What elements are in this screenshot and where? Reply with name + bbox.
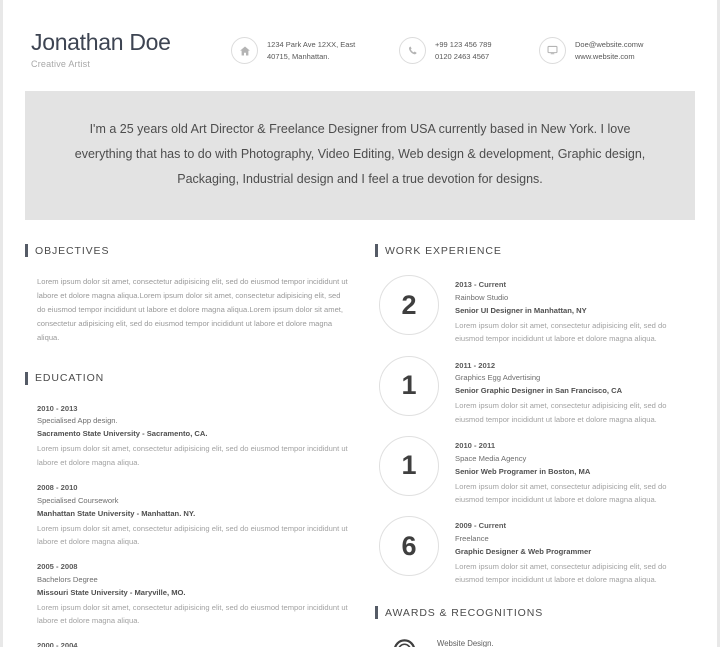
award-item: 1 Website Design. International contest.…: [375, 637, 695, 647]
work-details: 2011 - 2012 Graphics Egg Advertising Sen…: [455, 356, 695, 426]
section-accent-bar: [375, 606, 378, 620]
education-school: Manhattan State University - Manhattan. …: [37, 508, 196, 518]
work-date: 2009 - Current: [455, 521, 507, 531]
education-date: 2008 - 2010: [37, 482, 78, 492]
work-number-circle: 6: [379, 516, 439, 577]
contact-web: Doe@website.comw www.website.com: [539, 36, 707, 64]
work-number-circle: 2: [379, 275, 439, 336]
education-description: Lorem ipsum dolor sit amet, consectetur …: [37, 602, 348, 626]
education-degree: Specialised Coursework: [37, 495, 119, 505]
phone-line-1: +99 123 456 789: [435, 40, 492, 49]
right-column: WORK EXPERIENCE 2 2013 - Current Rainbow…: [363, 244, 695, 647]
contact-web-text: Doe@website.comw www.website.com: [575, 36, 643, 64]
section-accent-bar: [25, 371, 28, 385]
work-date: 2010 - 2011: [455, 440, 496, 450]
objectives-text: Lorem ipsum dolor sit amet, consectetur …: [37, 277, 348, 343]
education-item: 2000 - 2004 Masters Degree Manhattan Sta…: [25, 640, 349, 647]
section-title-education: EDUCATION: [35, 372, 105, 385]
work-number-circle: 1: [379, 355, 439, 416]
contact-address-text: 1234 Park Ave 12XX, East 40715, Manhatta…: [267, 36, 355, 64]
address-line-1: 1234 Park Ave 12XX, East: [267, 40, 356, 49]
work-company: Graphics Egg Advertising: [455, 373, 541, 383]
education-item: 2008 - 2010 Specialised Coursework Manha…: [25, 482, 349, 548]
work-details: 2009 - Current Freelance Graphic Designe…: [455, 516, 695, 586]
education-item: 2005 - 2008 Bachelors Degree Missouri St…: [25, 561, 349, 627]
work-details: 2013 - Current Rainbow Studio Senior UI …: [455, 275, 695, 345]
education-degree: Bachelors Degree: [37, 575, 98, 584]
work-number: 6: [401, 530, 417, 561]
email-line: Doe@website.comw: [575, 40, 644, 49]
work-item: 1 2011 - 2012 Graphics Egg Advertising S…: [375, 355, 695, 426]
contact-phone: +99 123 456 789 0120 2463 4567: [399, 36, 539, 64]
work-number: 1: [401, 370, 417, 401]
work-company: Space Media Agency: [455, 453, 527, 463]
work-date: 2011 - 2012: [455, 360, 496, 370]
education-item: 2010 - 2013 Specialised App design. Sacr…: [25, 403, 349, 469]
section-header-work: WORK EXPERIENCE: [375, 244, 695, 258]
left-column: OBJECTIVES Lorem ipsum dolor sit amet, c…: [25, 244, 363, 647]
award-title: Website Design.: [437, 639, 494, 647]
education-description: Lorem ipsum dolor sit amet, consectetur …: [37, 444, 348, 467]
work-item: 6 2009 - Current Freelance Graphic Desig…: [375, 516, 695, 586]
phone-line-2: 0120 2463 4567: [435, 52, 490, 62]
contact-phone-text: +99 123 456 789 0120 2463 4567: [435, 36, 492, 64]
education-description: Lorem ipsum dolor sit amet, consectetur …: [37, 523, 348, 546]
work-description: Lorem ipsum dolor sit amet, consectetur …: [455, 321, 667, 344]
section-accent-bar: [25, 244, 28, 258]
resume-page: Jonathan Doe Creative Artist 1234 Park A…: [0, 0, 720, 647]
work-number-circle: 1: [379, 435, 439, 496]
work-description: Lorem ipsum dolor sit amet, consectetur …: [455, 481, 667, 504]
address-line-2: 40715, Manhattan.: [267, 52, 330, 62]
section-accent-bar: [375, 244, 378, 258]
work-number: 1: [401, 450, 417, 481]
work-role: Senior UI Designer in Manhattan, NY: [455, 306, 587, 316]
section-header-objectives: OBJECTIVES: [25, 244, 349, 258]
resume-header: Jonathan Doe Creative Artist 1234 Park A…: [3, 0, 717, 69]
award-details: Website Design. International contest. W…: [437, 637, 587, 647]
section-title-objectives: OBJECTIVES: [35, 244, 110, 257]
profile-summary: I'm a 25 years old Art Director & Freela…: [25, 91, 695, 221]
education-date: 2005 - 2008: [37, 562, 78, 572]
work-description: Lorem ipsum dolor sit amet, consectetur …: [455, 561, 667, 585]
work-number: 2: [401, 289, 417, 320]
education-school: Missouri State University - Maryville, M…: [37, 587, 186, 597]
work-item: 1 2010 - 2011 Space Media Agency Senior …: [375, 435, 695, 506]
identity-block: Jonathan Doe Creative Artist: [31, 29, 231, 70]
section-title-awards: AWARDS & RECOGNITIONS: [385, 606, 544, 619]
work-role: Senior Graphic Designer in San Francisco…: [455, 386, 623, 396]
work-role: Senior Web Programer in Boston, MA: [455, 466, 591, 476]
phone-icon: [399, 37, 426, 64]
work-role: Graphic Designer & Web Programmer: [455, 546, 592, 556]
education-school: Sacramento State University - Sacramento…: [37, 429, 208, 439]
monitor-icon: [539, 37, 566, 64]
work-company: Freelance: [455, 534, 489, 544]
contact-list: 1234 Park Ave 12XX, East 40715, Manhatta…: [231, 30, 707, 64]
contact-address: 1234 Park Ave 12XX, East 40715, Manhatta…: [231, 36, 399, 64]
section-header-education: EDUCATION: [25, 371, 349, 385]
education-date: 2010 - 2013: [37, 403, 78, 413]
medal-icon: 1: [391, 637, 421, 647]
work-details: 2010 - 2011 Space Media Agency Senior We…: [455, 436, 695, 506]
work-date: 2013 - Current: [455, 280, 507, 290]
content-columns: OBJECTIVES Lorem ipsum dolor sit amet, c…: [3, 220, 717, 647]
job-role-subtitle: Creative Artist: [31, 59, 91, 70]
section-header-awards: AWARDS & RECOGNITIONS: [375, 606, 695, 620]
home-icon: [231, 37, 258, 64]
work-company: Rainbow Studio: [455, 293, 509, 303]
education-date: 2000 - 2004: [37, 641, 78, 647]
work-description: Lorem ipsum dolor sit amet, consectetur …: [455, 401, 667, 424]
page-title: Jonathan Doe: [31, 29, 171, 55]
work-item: 2 2013 - Current Rainbow Studio Senior U…: [375, 275, 695, 345]
website-line: www.website.com: [575, 52, 635, 62]
education-degree: Specialised App design.: [37, 416, 118, 426]
section-title-work: WORK EXPERIENCE: [385, 244, 502, 257]
